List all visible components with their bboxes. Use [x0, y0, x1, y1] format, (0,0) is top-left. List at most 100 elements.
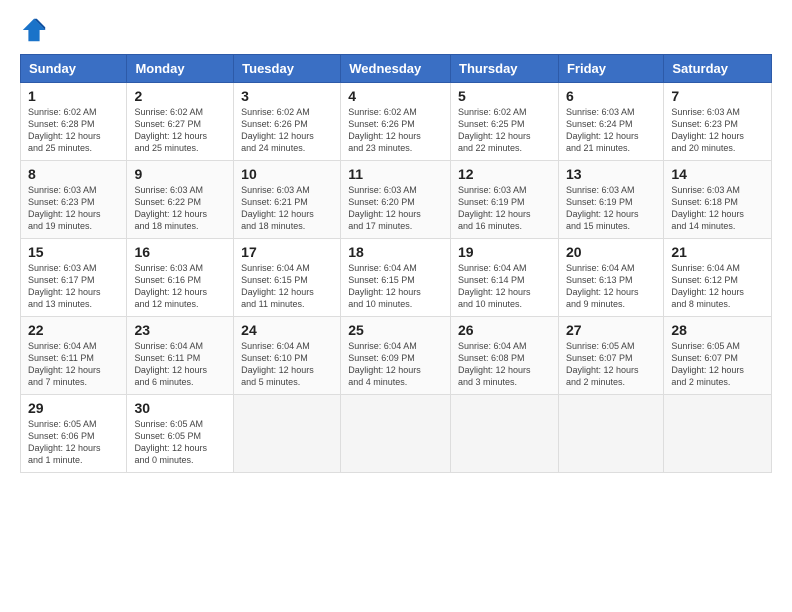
day-info: Sunrise: 6:05 AM Sunset: 6:06 PM Dayligh…: [28, 418, 119, 467]
day-number: 22: [28, 322, 119, 338]
day-info: Sunrise: 6:03 AM Sunset: 6:17 PM Dayligh…: [28, 262, 119, 311]
day-info: Sunrise: 6:04 AM Sunset: 6:09 PM Dayligh…: [348, 340, 443, 389]
calendar-cell: 10 Sunrise: 6:03 AM Sunset: 6:21 PM Dayli…: [234, 161, 341, 239]
calendar-week-1: 1 Sunrise: 6:02 AM Sunset: 6:28 PM Daylig…: [21, 83, 772, 161]
calendar-cell: 11 Sunrise: 6:03 AM Sunset: 6:20 PM Dayli…: [341, 161, 451, 239]
day-info: Sunrise: 6:03 AM Sunset: 6:23 PM Dayligh…: [671, 106, 764, 155]
day-info: Sunrise: 6:04 AM Sunset: 6:15 PM Dayligh…: [348, 262, 443, 311]
calendar-cell: 19 Sunrise: 6:04 AM Sunset: 6:14 PM Dayli…: [451, 239, 559, 317]
day-number: 8: [28, 166, 119, 182]
day-number: 6: [566, 88, 656, 104]
day-number: 26: [458, 322, 551, 338]
day-info: Sunrise: 6:04 AM Sunset: 6:12 PM Dayligh…: [671, 262, 764, 311]
calendar-cell: 20Sunrise: 6:04 AM Sunset: 6:13 PM Dayli…: [558, 239, 663, 317]
calendar-cell: [664, 395, 772, 473]
calendar-cell: 2 Sunrise: 6:02 AM Sunset: 6:27 PM Daylig…: [127, 83, 234, 161]
weekday-header-row: Sunday Monday Tuesday Wednesday Thursday…: [21, 55, 772, 83]
day-number: 10: [241, 166, 333, 182]
day-info: Sunrise: 6:02 AM Sunset: 6:26 PM Dayligh…: [241, 106, 333, 155]
day-number: 17: [241, 244, 333, 260]
calendar-cell: 22 Sunrise: 6:04 AM Sunset: 6:11 PM Dayli…: [21, 317, 127, 395]
day-number: 3: [241, 88, 333, 104]
calendar-cell: 9Sunrise: 6:03 AM Sunset: 6:22 PM Daylig…: [127, 161, 234, 239]
calendar-cell: 4Sunrise: 6:02 AM Sunset: 6:26 PM Daylig…: [341, 83, 451, 161]
day-number: 28: [671, 322, 764, 338]
calendar-cell: 3 Sunrise: 6:02 AM Sunset: 6:26 PM Daylig…: [234, 83, 341, 161]
header-tuesday: Tuesday: [234, 55, 341, 83]
day-info: Sunrise: 6:04 AM Sunset: 6:08 PM Dayligh…: [458, 340, 551, 389]
day-number: 1: [28, 88, 119, 104]
calendar-table: Sunday Monday Tuesday Wednesday Thursday…: [20, 54, 772, 473]
calendar-cell: 26 Sunrise: 6:04 AM Sunset: 6:08 PM Dayli…: [451, 317, 559, 395]
calendar-cell: 30 Sunrise: 6:05 AM Sunset: 6:05 PM Dayli…: [127, 395, 234, 473]
logo-icon: [20, 16, 48, 44]
day-number: 14: [671, 166, 764, 182]
day-info: Sunrise: 6:05 AM Sunset: 6:07 PM Dayligh…: [671, 340, 764, 389]
day-info: Sunrise: 6:04 AM Sunset: 6:14 PM Dayligh…: [458, 262, 551, 311]
calendar-cell: [558, 395, 663, 473]
day-info: Sunrise: 6:03 AM Sunset: 6:19 PM Dayligh…: [458, 184, 551, 233]
day-info: Sunrise: 6:05 AM Sunset: 6:05 PM Dayligh…: [134, 418, 226, 467]
calendar-week-2: 8Sunrise: 6:03 AM Sunset: 6:23 PM Daylig…: [21, 161, 772, 239]
day-info: Sunrise: 6:04 AM Sunset: 6:13 PM Dayligh…: [566, 262, 656, 311]
calendar-week-3: 15 Sunrise: 6:03 AM Sunset: 6:17 PM Dayli…: [21, 239, 772, 317]
header-wednesday: Wednesday: [341, 55, 451, 83]
day-info: Sunrise: 6:04 AM Sunset: 6:11 PM Dayligh…: [134, 340, 226, 389]
day-number: 12: [458, 166, 551, 182]
day-info: Sunrise: 6:05 AM Sunset: 6:07 PM Dayligh…: [566, 340, 656, 389]
header-saturday: Saturday: [664, 55, 772, 83]
day-info: Sunrise: 6:03 AM Sunset: 6:20 PM Dayligh…: [348, 184, 443, 233]
calendar-cell: 17 Sunrise: 6:04 AM Sunset: 6:15 PM Dayli…: [234, 239, 341, 317]
calendar-cell: 8Sunrise: 6:03 AM Sunset: 6:23 PM Daylig…: [21, 161, 127, 239]
day-number: 18: [348, 244, 443, 260]
calendar-cell: 15 Sunrise: 6:03 AM Sunset: 6:17 PM Dayli…: [21, 239, 127, 317]
day-info: Sunrise: 6:04 AM Sunset: 6:11 PM Dayligh…: [28, 340, 119, 389]
day-info: Sunrise: 6:03 AM Sunset: 6:21 PM Dayligh…: [241, 184, 333, 233]
day-number: 13: [566, 166, 656, 182]
day-number: 23: [134, 322, 226, 338]
day-number: 2: [134, 88, 226, 104]
calendar-cell: 24 Sunrise: 6:04 AM Sunset: 6:10 PM Dayli…: [234, 317, 341, 395]
day-number: 15: [28, 244, 119, 260]
calendar-cell: [341, 395, 451, 473]
calendar-cell: 1 Sunrise: 6:02 AM Sunset: 6:28 PM Daylig…: [21, 83, 127, 161]
day-number: 24: [241, 322, 333, 338]
day-info: Sunrise: 6:03 AM Sunset: 6:19 PM Dayligh…: [566, 184, 656, 233]
day-number: 11: [348, 166, 443, 182]
day-info: Sunrise: 6:03 AM Sunset: 6:22 PM Dayligh…: [134, 184, 226, 233]
calendar-cell: 16 Sunrise: 6:03 AM Sunset: 6:16 PM Dayli…: [127, 239, 234, 317]
day-info: Sunrise: 6:03 AM Sunset: 6:16 PM Dayligh…: [134, 262, 226, 311]
calendar-cell: [451, 395, 559, 473]
calendar-cell: 12 Sunrise: 6:03 AM Sunset: 6:19 PM Dayli…: [451, 161, 559, 239]
calendar-cell: 6Sunrise: 6:03 AM Sunset: 6:24 PM Daylig…: [558, 83, 663, 161]
day-number: 21: [671, 244, 764, 260]
header-sunday: Sunday: [21, 55, 127, 83]
day-info: Sunrise: 6:02 AM Sunset: 6:27 PM Dayligh…: [134, 106, 226, 155]
calendar-cell: [234, 395, 341, 473]
day-number: 16: [134, 244, 226, 260]
calendar-cell: 23 Sunrise: 6:04 AM Sunset: 6:11 PM Dayli…: [127, 317, 234, 395]
header-thursday: Thursday: [451, 55, 559, 83]
header-friday: Friday: [558, 55, 663, 83]
logo: [20, 16, 52, 44]
calendar-cell: 18 Sunrise: 6:04 AM Sunset: 6:15 PM Dayli…: [341, 239, 451, 317]
calendar-cell: 13 Sunrise: 6:03 AM Sunset: 6:19 PM Dayli…: [558, 161, 663, 239]
day-number: 19: [458, 244, 551, 260]
calendar-cell: 25 Sunrise: 6:04 AM Sunset: 6:09 PM Dayli…: [341, 317, 451, 395]
day-number: 7: [671, 88, 764, 104]
day-number: 25: [348, 322, 443, 338]
calendar-cell: 7 Sunrise: 6:03 AM Sunset: 6:23 PM Daylig…: [664, 83, 772, 161]
day-info: Sunrise: 6:02 AM Sunset: 6:25 PM Dayligh…: [458, 106, 551, 155]
day-info: Sunrise: 6:03 AM Sunset: 6:18 PM Dayligh…: [671, 184, 764, 233]
day-number: 27: [566, 322, 656, 338]
day-info: Sunrise: 6:04 AM Sunset: 6:10 PM Dayligh…: [241, 340, 333, 389]
day-number: 30: [134, 400, 226, 416]
day-info: Sunrise: 6:02 AM Sunset: 6:28 PM Dayligh…: [28, 106, 119, 155]
header: [20, 16, 772, 44]
day-info: Sunrise: 6:04 AM Sunset: 6:15 PM Dayligh…: [241, 262, 333, 311]
calendar-week-4: 22 Sunrise: 6:04 AM Sunset: 6:11 PM Dayli…: [21, 317, 772, 395]
day-number: 4: [348, 88, 443, 104]
calendar-cell: 27 Sunrise: 6:05 AM Sunset: 6:07 PM Dayli…: [558, 317, 663, 395]
day-number: 5: [458, 88, 551, 104]
calendar-cell: 28 Sunrise: 6:05 AM Sunset: 6:07 PM Dayli…: [664, 317, 772, 395]
